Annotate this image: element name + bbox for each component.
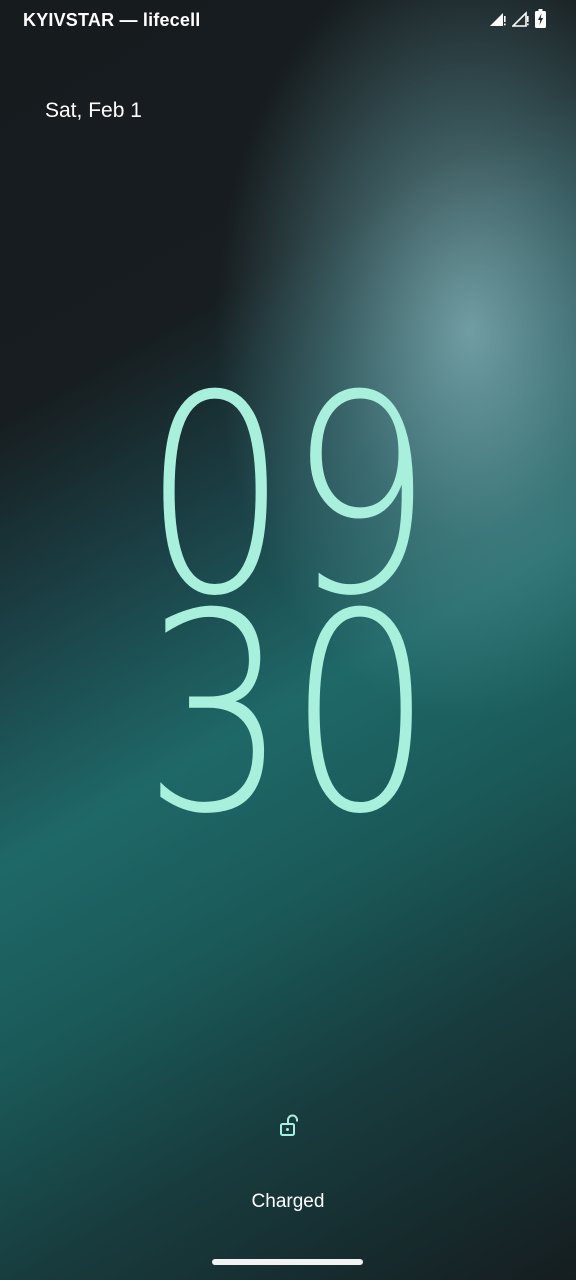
gesture-nav-handle[interactable] [212,1259,363,1265]
clock-minute: 30 [143,555,433,874]
charging-status: Charged [251,1191,325,1212]
unlocked-padlock-icon[interactable] [278,1114,300,1138]
lockscreen-clock: 09 30 [143,337,433,874]
